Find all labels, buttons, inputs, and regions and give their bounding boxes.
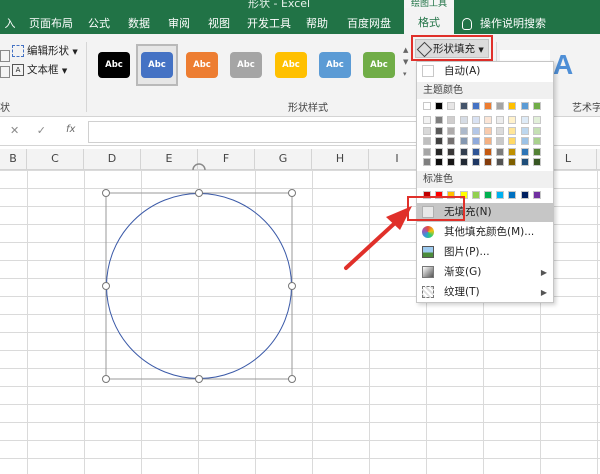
resize-handles[interactable] [102, 189, 296, 383]
theme-color-swatch[interactable] [471, 102, 480, 110]
theme-color-swatch[interactable] [459, 126, 468, 135]
shape-fill-dropdown: 自动(A) 主题颜色 标准色 无填充(N) 其他填充颜色(M)... 图片(P)… [416, 61, 554, 303]
theme-colors-heading: 主题颜色 [417, 82, 553, 99]
theme-color-swatch[interactable] [459, 116, 468, 124]
menu-item-texture[interactable]: 纹理(T) ▶ [417, 283, 553, 302]
theme-color-swatch[interactable] [459, 158, 468, 166]
submenu-arrow-icon: ▶ [540, 288, 547, 297]
theme-color-swatch[interactable] [423, 158, 431, 166]
resize-handle-ne[interactable] [288, 189, 296, 197]
gradient-label: 渐变(G) [444, 266, 482, 278]
theme-color-swatch[interactable] [471, 158, 480, 166]
theme-color-swatch[interactable] [520, 126, 529, 135]
theme-color-swatch[interactable] [496, 116, 505, 124]
color-wheel-icon [422, 226, 434, 238]
standard-color-swatch[interactable] [508, 191, 517, 199]
theme-color-swatch[interactable] [447, 102, 456, 110]
theme-color-swatch[interactable] [459, 147, 468, 156]
theme-color-swatch[interactable] [532, 102, 541, 110]
theme-color-swatch[interactable] [435, 102, 444, 110]
picture-label: 图片(P)... [444, 246, 490, 258]
theme-color-swatch[interactable] [508, 102, 517, 110]
texture-icon [422, 286, 434, 298]
circle-shape[interactable] [106, 193, 292, 379]
annotation-arrow [344, 206, 412, 270]
theme-color-swatch[interactable] [423, 116, 431, 124]
theme-color-swatch[interactable] [532, 147, 541, 156]
more-colors-label: 其他填充颜色(M)... [444, 226, 535, 238]
automatic-label: 自动(A) [444, 65, 481, 77]
theme-color-swatch[interactable] [423, 102, 431, 110]
texture-label: 纹理(T) [444, 286, 480, 298]
theme-color-swatch[interactable] [484, 147, 492, 156]
theme-color-swatch[interactable] [484, 126, 492, 135]
theme-color-swatch[interactable] [520, 102, 529, 110]
theme-color-swatch[interactable] [520, 147, 529, 156]
theme-color-swatch[interactable] [447, 137, 456, 145]
standard-color-swatch[interactable] [532, 191, 541, 199]
resize-handle-w[interactable] [102, 282, 110, 290]
standard-colors-heading: 标准色 [417, 171, 553, 188]
theme-color-swatch[interactable] [532, 116, 541, 124]
theme-color-swatch[interactable] [496, 137, 505, 145]
standard-color-swatch[interactable] [496, 191, 505, 199]
menu-item-picture[interactable]: 图片(P)... [417, 243, 553, 262]
submenu-arrow-icon: ▶ [540, 268, 547, 277]
resize-handle-n[interactable] [195, 189, 203, 197]
menu-item-more-colors[interactable]: 其他填充颜色(M)... [417, 223, 553, 242]
theme-color-swatch[interactable] [435, 137, 444, 145]
theme-color-swatch[interactable] [459, 137, 468, 145]
theme-color-swatch[interactable] [447, 126, 456, 135]
theme-color-swatch[interactable] [435, 116, 444, 124]
theme-color-swatch[interactable] [435, 158, 444, 166]
resize-handle-se[interactable] [288, 375, 296, 383]
theme-color-swatch[interactable] [520, 137, 529, 145]
theme-color-swatch[interactable] [435, 147, 444, 156]
theme-color-swatch[interactable] [435, 126, 444, 135]
theme-color-swatch[interactable] [496, 102, 505, 110]
theme-color-swatch[interactable] [484, 102, 492, 110]
theme-color-swatch[interactable] [532, 126, 541, 135]
theme-color-swatch[interactable] [532, 158, 541, 166]
theme-color-swatch[interactable] [496, 147, 505, 156]
picture-icon [422, 246, 434, 258]
resize-handle-sw[interactable] [102, 375, 110, 383]
theme-color-swatch[interactable] [508, 116, 517, 124]
standard-color-swatch[interactable] [520, 191, 529, 199]
theme-color-swatch[interactable] [423, 137, 431, 145]
standard-color-swatch[interactable] [484, 191, 492, 199]
theme-color-swatch[interactable] [496, 126, 505, 135]
resize-handle-e[interactable] [288, 282, 296, 290]
theme-color-swatch[interactable] [459, 102, 468, 110]
theme-color-swatch[interactable] [471, 137, 480, 145]
theme-color-swatch[interactable] [484, 116, 492, 124]
automatic-swatch-icon [422, 65, 434, 77]
theme-color-swatch[interactable] [508, 147, 517, 156]
rotate-handle-icon[interactable] [192, 163, 206, 171]
theme-color-swatch[interactable] [532, 137, 541, 145]
highlight-no-fill [407, 196, 465, 221]
theme-color-swatch[interactable] [496, 158, 505, 166]
theme-color-swatch[interactable] [484, 137, 492, 145]
theme-color-swatch[interactable] [471, 116, 480, 124]
theme-color-swatch[interactable] [423, 147, 431, 156]
theme-color-swatch[interactable] [520, 116, 529, 124]
theme-color-swatch[interactable] [447, 158, 456, 166]
gradient-icon [422, 266, 434, 278]
theme-color-swatch[interactable] [471, 126, 480, 135]
theme-color-swatch[interactable] [423, 126, 431, 135]
theme-color-swatch[interactable] [508, 137, 517, 145]
theme-color-swatch[interactable] [471, 147, 480, 156]
resize-handle-nw[interactable] [102, 189, 110, 197]
menu-item-automatic[interactable]: 自动(A) [417, 62, 553, 81]
theme-color-swatch[interactable] [484, 158, 492, 166]
menu-item-gradient[interactable]: 渐变(G) ▶ [417, 263, 553, 282]
theme-color-swatch[interactable] [508, 158, 517, 166]
theme-color-swatch[interactable] [520, 158, 529, 166]
theme-color-swatch[interactable] [447, 116, 456, 124]
theme-color-swatch[interactable] [447, 147, 456, 156]
theme-color-swatch[interactable] [508, 126, 517, 135]
resize-handle-s[interactable] [195, 375, 203, 383]
standard-color-swatch[interactable] [471, 191, 480, 199]
